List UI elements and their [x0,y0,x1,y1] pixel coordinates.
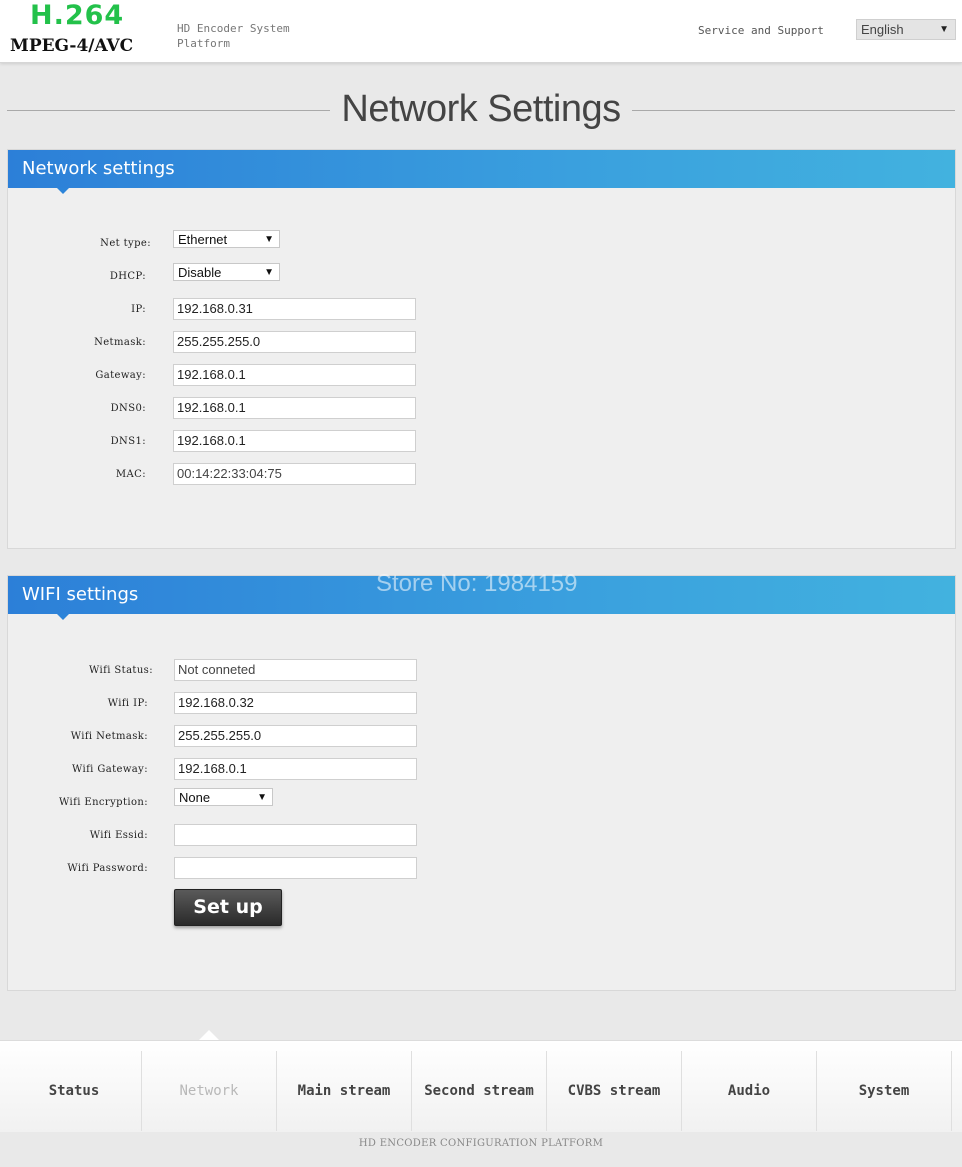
nav-item-system[interactable]: System [817,1051,952,1131]
gateway-input[interactable]: 192.168.0.1 [173,364,416,386]
header-subtitle: HD Encoder System Platform [177,22,290,50]
dropdown-arrow-icon: ▼ [264,234,274,245]
wifi-ip-input[interactable]: 192.168.0.32 [174,692,417,714]
active-nav-pointer-icon [199,1030,219,1040]
netmask-label: Netmask: [94,337,146,348]
store-watermark: Store No: 1984159 [376,570,578,597]
net-type-label: Net type: [100,238,151,249]
language-value: English [861,22,904,37]
dns0-input[interactable]: 192.168.0.1 [173,397,416,419]
wifi-netmask-label: Wifi Netmask: [70,731,148,742]
wifi-password-label: Wifi Password: [67,863,148,874]
language-select[interactable]: English ▼ [856,19,956,40]
mac-label: MAC: [115,469,146,480]
wifi-status-label: Wifi Status: [89,665,153,676]
dhcp-select[interactable]: Disable ▼ [173,263,280,281]
wifi-ip-label: Wifi IP: [107,698,148,709]
wifi-settings-title: WIFI settings [22,584,139,605]
wifi-essid-input[interactable] [174,824,417,846]
wifi-status-input[interactable]: Not conneted [174,659,417,681]
wifi-password-input[interactable] [174,857,417,879]
dhcp-label: DHCP: [109,271,146,282]
nav-item-network[interactable]: Network [142,1051,277,1131]
dhcp-value: Disable [178,265,222,280]
wifi-encryption-value: None [179,790,211,805]
dns1-label: DNS1: [110,436,146,447]
logo-mpeg: MPEG-4/AVC [10,36,134,56]
title-divider-left [7,110,330,111]
dns0-label: DNS0: [110,403,146,414]
dropdown-arrow-icon: ▼ [264,267,274,278]
net-type-value: Ethernet [178,232,228,247]
wifi-netmask-input[interactable]: 255.255.255.0 [174,725,417,747]
ip-input[interactable]: 192.168.0.31 [173,298,416,320]
mac-input[interactable]: 00:14:22:33:04:75 [173,463,416,485]
title-divider-right [632,110,955,111]
nav-item-cvbs-stream[interactable]: CVBS stream [547,1051,682,1131]
header-pointer-icon [57,188,69,194]
logo-h264: H.264 [30,0,125,31]
ip-label: IP: [131,304,146,315]
nav-item-audio[interactable]: Audio [682,1051,817,1131]
network-settings-title: Network settings [22,158,175,179]
wifi-gateway-label: Wifi Gateway: [71,764,148,775]
footer-text: HD ENCODER CONFIGURATION PLATFORM [358,1138,604,1149]
nav-item-second-stream[interactable]: Second stream [412,1051,547,1131]
wifi-gateway-input[interactable]: 192.168.0.1 [174,758,417,780]
nav-item-main-stream[interactable]: Main stream [277,1051,412,1131]
nav-item-status[interactable]: Status [7,1051,142,1131]
netmask-input[interactable]: 255.255.255.0 [173,331,416,353]
dropdown-arrow-icon: ▼ [257,792,267,803]
header-pointer-icon [57,614,69,620]
service-support-link[interactable]: Service and Support [698,24,824,37]
network-settings-panel: Network settings Net type: Ethernet ▼ DH… [7,149,956,549]
page-title: Network Settings [341,88,621,130]
wifi-settings-panel: WIFI settings Wifi Status: Not conneted … [7,575,956,991]
dns1-input[interactable]: 192.168.0.1 [173,430,416,452]
gateway-label: Gateway: [95,370,146,381]
network-settings-header: Network settings [8,150,955,194]
net-type-select[interactable]: Ethernet ▼ [173,230,280,248]
setup-button[interactable]: Set up [174,889,282,926]
top-header: H.264 MPEG-4/AVC HD Encoder System Platf… [0,0,962,63]
wifi-essid-label: Wifi Essid: [89,830,148,841]
wifi-encryption-label: Wifi Encryption: [59,797,148,808]
wifi-encryption-select[interactable]: None ▼ [174,788,273,806]
dropdown-arrow-icon: ▼ [939,24,949,35]
